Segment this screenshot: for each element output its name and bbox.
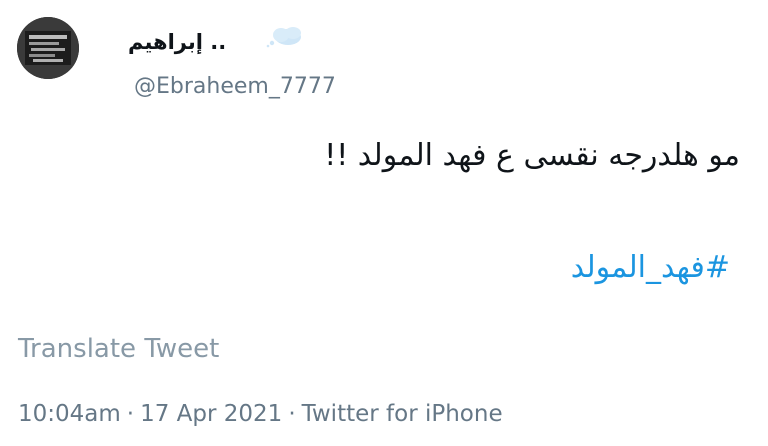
hashtag-link[interactable]: #فهد_المولد xyxy=(571,250,730,285)
tweet-card: .. إبراهيم @Ebraheem_7777 مو هلدرجه نقسى… xyxy=(0,0,768,446)
separator: · xyxy=(126,401,135,427)
tweet-time[interactable]: 10:04am xyxy=(18,401,121,427)
tweet-text: مو هلدرجه نقسى ع فهد المولد !! xyxy=(324,138,740,173)
cloud-icon xyxy=(266,27,301,48)
avatar-image-icon xyxy=(17,17,79,79)
translate-tweet-button[interactable]: Translate Tweet xyxy=(18,334,219,364)
tweet-date[interactable]: 17 Apr 2021 xyxy=(140,401,282,427)
tweet-meta: 10:04am · 17 Apr 2021 · Twitter for iPhone xyxy=(18,401,503,427)
tweet-source[interactable]: Twitter for iPhone xyxy=(302,401,503,427)
user-handle[interactable]: @Ebraheem_7777 xyxy=(134,74,336,99)
display-name[interactable]: .. إبراهيم xyxy=(128,30,226,54)
avatar[interactable] xyxy=(17,17,79,79)
separator: · xyxy=(288,401,296,427)
